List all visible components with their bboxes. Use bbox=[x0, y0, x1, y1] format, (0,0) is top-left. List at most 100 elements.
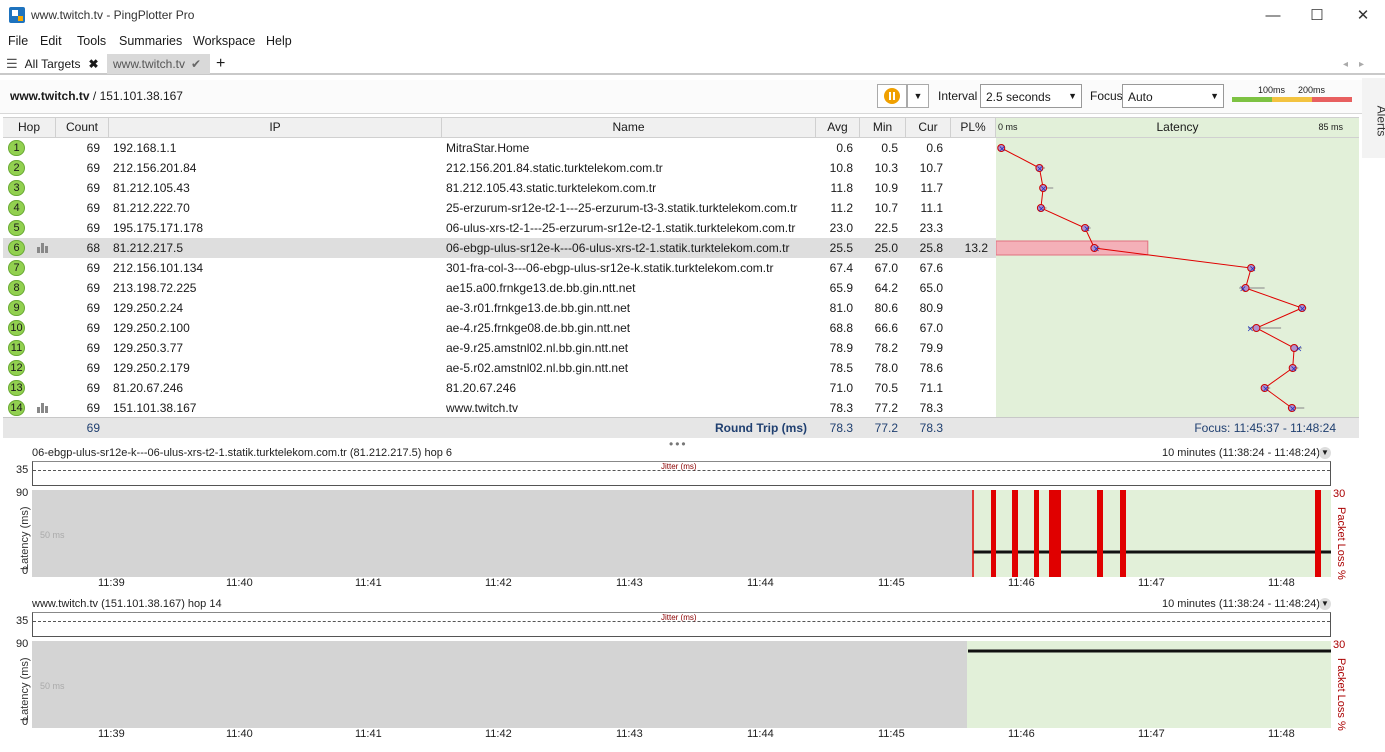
minimize-button[interactable]: — bbox=[1250, 0, 1296, 30]
col-latency[interactable]: 0 ms Latency 85 ms bbox=[996, 118, 1359, 137]
hop-number: 14 bbox=[8, 400, 25, 416]
time-tick: 11:40 bbox=[226, 577, 253, 589]
hop-ip: 81.212.217.5 bbox=[113, 241, 184, 255]
hop-row[interactable]: 12 69 129.250.2.179 ae-5.r02.amstnl02.nl.bb… bbox=[3, 358, 996, 378]
col-ip[interactable]: IP bbox=[109, 118, 442, 137]
hop-row[interactable]: 1 69 192.168.1.1 MitraStar.Home 0.6 0.5 0.6 bbox=[3, 138, 996, 158]
graph-range-chevron-icon[interactable]: ▼ bbox=[1319, 598, 1331, 610]
menu-summaries[interactable]: Summaries bbox=[119, 34, 182, 48]
time-tick: 11:44 bbox=[747, 577, 774, 589]
hop-row[interactable]: 9 69 129.250.2.24 ae-3.r01.frnkge13.de.bb.g… bbox=[3, 298, 996, 318]
hop-row[interactable]: 2 69 212.156.201.84 212.156.201.84.static.t… bbox=[3, 158, 996, 178]
hop-row[interactable]: 11 69 129.250.3.77 ae-9.r25.amstnl02.nl.bb.… bbox=[3, 338, 996, 358]
jitter-max: 35 bbox=[16, 615, 29, 627]
add-tab-button[interactable]: + bbox=[216, 54, 225, 74]
time-tick: 11:44 bbox=[747, 728, 774, 740]
col-cur[interactable]: Cur bbox=[906, 118, 951, 137]
pause-options-dropdown[interactable]: ▼ bbox=[907, 84, 929, 108]
hop-number: 13 bbox=[8, 380, 25, 396]
hop-row[interactable]: 7 69 212.156.101.134 301-fra-col-3---06-ebg… bbox=[3, 258, 996, 278]
target-address: www.twitch.tv / 151.101.38.167 bbox=[10, 89, 183, 103]
hop-number: 12 bbox=[8, 360, 25, 376]
col-pl[interactable]: PL% bbox=[951, 118, 996, 137]
packet-loss-bar bbox=[991, 490, 996, 577]
hop-number: 10 bbox=[8, 320, 25, 336]
hop-row[interactable]: 14 69 151.101.38.167 www.twitch.tv 78.3 77.2 7… bbox=[3, 398, 996, 418]
trace-grid-header: Hop Count IP Name Avg Min Cur PL% 0 ms L… bbox=[3, 117, 1359, 138]
col-hop[interactable]: Hop bbox=[3, 118, 56, 137]
latency-cur-marker: × bbox=[998, 145, 1006, 155]
hop-avg: 23.0 bbox=[829, 221, 853, 235]
hop-count: 69 bbox=[86, 361, 100, 375]
hop-name: ae-5.r02.amstnl02.nl.bb.gin.ntt.net bbox=[446, 361, 629, 375]
hop-cur: 23.3 bbox=[919, 221, 943, 235]
hop-pl bbox=[951, 398, 988, 418]
interval-select[interactable]: 2.5 seconds ▼ bbox=[980, 84, 1082, 108]
time-tick: 11:42 bbox=[485, 577, 512, 589]
packet-loss-bar bbox=[1049, 490, 1061, 577]
pause-button[interactable] bbox=[877, 84, 907, 108]
packet-loss-bar bbox=[1097, 490, 1103, 577]
graph-toggle-icon[interactable] bbox=[37, 243, 49, 253]
hop-cur: 11.1 bbox=[920, 201, 943, 215]
hop-pl: 13.2 bbox=[964, 241, 988, 255]
col-name[interactable]: Name bbox=[442, 118, 816, 137]
target-host: www.twitch.tv bbox=[10, 89, 90, 103]
hop-ip: 212.156.201.84 bbox=[113, 161, 197, 175]
close-tab-icon[interactable]: ✖ bbox=[88, 57, 98, 71]
menu-file[interactable]: File bbox=[8, 34, 28, 48]
focus-label: Focus bbox=[1090, 89, 1123, 103]
hop-count: 69 bbox=[86, 301, 100, 315]
col-avg[interactable]: Avg bbox=[816, 118, 860, 137]
latency-cur-marker: × bbox=[1036, 165, 1044, 175]
list-icon: ☰ bbox=[6, 56, 18, 71]
legend-100ms: 100ms bbox=[1258, 85, 1286, 95]
hop-number: 8 bbox=[8, 280, 25, 296]
hop-cur: 0.6 bbox=[926, 141, 943, 155]
hop-count: 69 bbox=[86, 381, 100, 395]
graph-range-chevron-icon[interactable]: ▼ bbox=[1319, 447, 1331, 459]
col-min[interactable]: Min bbox=[860, 118, 906, 137]
alerts-panel-tab[interactable]: Alerts bbox=[1362, 78, 1385, 158]
time-tick: 11:46 bbox=[1008, 577, 1035, 589]
menu-help[interactable]: Help bbox=[266, 34, 292, 48]
hop-ip: 81.20.67.246 bbox=[113, 381, 184, 395]
pl-axis-label: Packet Loss % bbox=[1335, 658, 1347, 731]
menu-edit[interactable]: Edit bbox=[40, 34, 62, 48]
hop-avg: 71.0 bbox=[829, 381, 853, 395]
hop-name: 212.156.201.84.static.turktelekom.com.tr bbox=[446, 161, 663, 175]
check-icon: ✔ bbox=[191, 57, 202, 71]
tab-www-twitch-tv[interactable]: www.twitch.tv ✔ bbox=[107, 54, 210, 74]
hop-row[interactable]: 13 69 81.20.67.246 81.20.67.246 71.0 70.5 71.1 bbox=[3, 378, 996, 398]
hop-avg: 78.5 bbox=[829, 361, 853, 375]
pause-icon bbox=[884, 88, 900, 104]
hop-cur: 11.7 bbox=[920, 181, 943, 195]
menu-workspace[interactable]: Workspace bbox=[193, 34, 255, 48]
hop-count: 69 bbox=[86, 261, 100, 275]
graph-toggle-icon[interactable] bbox=[37, 403, 49, 413]
hop-row[interactable]: 6 68 81.212.217.5 06-ebgp-ulus-sr12e-k---06… bbox=[3, 238, 996, 258]
tab-all-targets[interactable]: ☰ All Targets ✖ bbox=[6, 54, 106, 74]
hop-row[interactable]: 3 69 81.212.105.43 81.212.105.43.static.tur… bbox=[3, 178, 996, 198]
hop-min: 10.7 bbox=[874, 201, 898, 215]
tab-scroll-left-icon[interactable]: ◂ bbox=[1343, 54, 1348, 74]
hop-count: 69 bbox=[86, 181, 100, 195]
y-axis-label: Latency (ms) bbox=[19, 506, 31, 570]
focus-select[interactable]: Auto ▼ bbox=[1122, 84, 1224, 108]
hop-count: 68 bbox=[86, 241, 100, 255]
jitter-max: 35 bbox=[16, 464, 29, 476]
splitter-handle-icon[interactable]: ••• bbox=[669, 437, 688, 451]
hop-row[interactable]: 8 69 213.198.72.225 ae15.a00.frnkge13.de.bb… bbox=[3, 278, 996, 298]
legend-200ms: 200ms bbox=[1298, 85, 1326, 95]
hop-count: 69 bbox=[86, 321, 100, 335]
menu-tools[interactable]: Tools bbox=[77, 34, 106, 48]
hop-row[interactable]: 5 69 195.175.171.178 06-ulus-xrs-t2-1---25-… bbox=[3, 218, 996, 238]
hop-avg: 68.8 bbox=[829, 321, 853, 335]
maximize-button[interactable]: ☐ bbox=[1294, 0, 1340, 30]
latency-cur-marker: × bbox=[1093, 245, 1101, 255]
hop-row[interactable]: 10 69 129.250.2.100 ae-4.r25.frnkge08.de.bb… bbox=[3, 318, 996, 338]
tab-scroll-right-icon[interactable]: ▸ bbox=[1359, 54, 1364, 74]
close-button[interactable]: ✕ bbox=[1340, 0, 1385, 30]
hop-row[interactable]: 4 69 81.212.222.70 25-erzurum-sr12e-t2-1---… bbox=[3, 198, 996, 218]
col-count[interactable]: Count bbox=[56, 118, 109, 137]
